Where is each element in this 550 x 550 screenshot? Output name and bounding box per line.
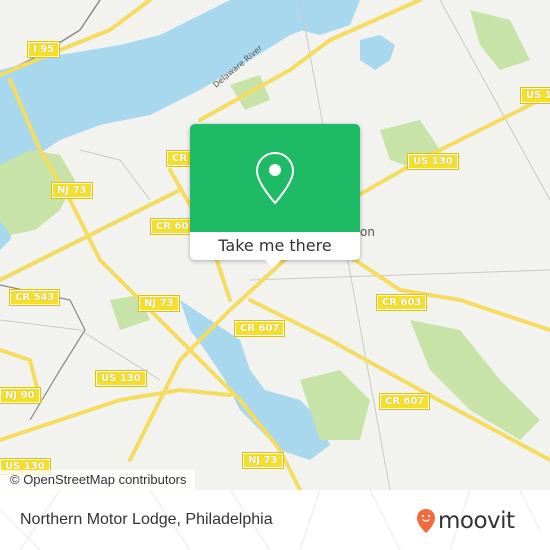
- popup-pointer: [263, 258, 283, 268]
- moovit-logo[interactable]: moovit: [416, 506, 515, 536]
- moovit-pin-icon: [417, 509, 435, 533]
- route-shield-nj90: NJ 90: [0, 387, 41, 404]
- route-shield-cr607-right: CR 607: [378, 393, 431, 410]
- route-shield-us130-ne: US 130: [520, 87, 550, 104]
- route-shield-cr-top-left: CR: [165, 150, 194, 167]
- brand-name: moovit: [438, 508, 515, 534]
- map-pin-icon: [255, 151, 295, 205]
- map-attribution[interactable]: © OpenStreetMap contributors: [0, 470, 195, 490]
- destination-popup[interactable]: Take me there: [190, 124, 360, 268]
- map-view[interactable]: Delaware River I 95 US 130 US 130 CR CR …: [0, 0, 550, 490]
- take-me-there-button[interactable]: Take me there: [190, 232, 360, 260]
- route-shield-cr543: CR 543: [8, 289, 61, 306]
- route-shield-nj73-mid: NJ 73: [138, 295, 180, 312]
- road-cr603: [338, 248, 550, 332]
- park-6: [470, 10, 530, 70]
- route-shield-cr603: CR 603: [375, 294, 428, 311]
- park-2: [410, 320, 540, 440]
- route-shield-nj73-top: NJ 73: [51, 182, 93, 199]
- popup-header[interactable]: [190, 124, 360, 232]
- route-shield-nj73-bottom: NJ 73: [242, 452, 284, 469]
- place-name: Northern Motor Lodge, Philadelphia: [20, 511, 273, 528]
- route-shield-us130-sw: US 130: [95, 370, 147, 387]
- water-northeast: [360, 35, 395, 70]
- route-shield-us130-mid: US 130: [407, 153, 459, 170]
- road-minor-4: [249, 269, 550, 281]
- route-shield-i95: I 95: [26, 41, 61, 58]
- place-label-fragment: on: [360, 225, 375, 239]
- footer-bar: Northern Motor Lodge, Philadelphia moovi…: [0, 490, 550, 550]
- route-shield-cr607-mid: CR 607: [233, 320, 286, 337]
